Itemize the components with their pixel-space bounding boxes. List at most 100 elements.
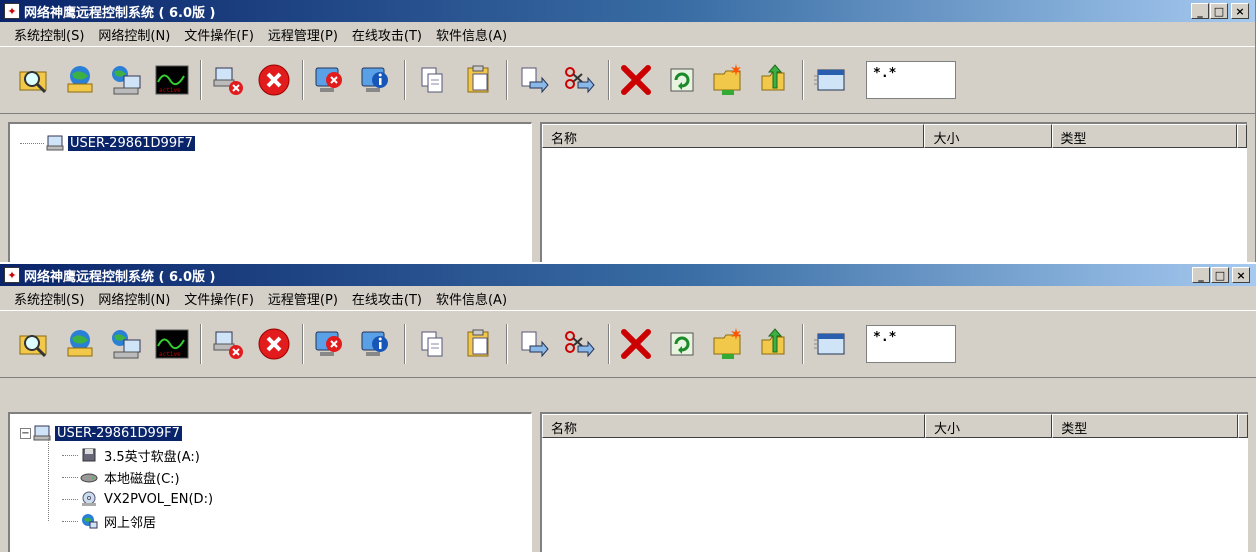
menu-attack[interactable]: 在线攻击(T) — [346, 25, 430, 44]
up-folder-icon[interactable] — [754, 60, 794, 100]
toolbar-separator — [506, 324, 508, 364]
tree-root[interactable]: − USER-29861D99F7 — [20, 422, 521, 444]
disconnect-host-icon[interactable] — [208, 324, 248, 364]
tree-item-floppy[interactable]: 3.5英寸软盘(A:) — [20, 434, 521, 466]
toolbar-separator — [302, 60, 304, 100]
delete-icon[interactable] — [616, 60, 656, 100]
tree-item-label[interactable]: 本地磁盘(C:) — [102, 468, 182, 487]
title-bar: ✦ 网络神鹰远程控制系统 ( 6.0版 ) _ □ × — [0, 264, 1256, 286]
pane-splitter[interactable] — [532, 412, 540, 552]
host-tree[interactable]: USER-29861D99F7 — [8, 122, 532, 262]
tree-item-label[interactable]: 3.5英寸软盘(A:) — [102, 446, 202, 465]
copy-icon[interactable] — [412, 324, 452, 364]
file-list[interactable]: 名称 大小 类型 — [540, 122, 1247, 262]
column-name[interactable]: 名称 — [542, 414, 926, 438]
search-host-icon[interactable] — [14, 60, 54, 100]
window-icon[interactable] — [810, 324, 850, 364]
host-tree[interactable]: − USER-29861D99F7 3.5英寸软盘(A:) 本地磁盘(C:) V… — [8, 412, 532, 552]
menu-about[interactable]: 软件信息(A) — [430, 289, 515, 308]
window-icon[interactable] — [810, 60, 850, 100]
new-folder-icon[interactable] — [708, 324, 748, 364]
tree-item-cd-d[interactable]: VX2PVOL_EN(D:) — [20, 478, 521, 510]
tree-root-label[interactable]: USER-29861D99F7 — [68, 135, 195, 151]
file-filter-input[interactable]: *.* — [866, 61, 956, 99]
monitor-graph-icon[interactable]: active — [152, 324, 192, 364]
close-button[interactable]: × — [1232, 267, 1250, 283]
app-window-collapsed: ✦ 网络神鹰远程控制系统 ( 6.0版 ) _ □ × 系统控制(S) 网络控制… — [0, 0, 1256, 262]
copy-icon[interactable] — [412, 60, 452, 100]
column-name[interactable]: 名称 — [542, 124, 925, 148]
app-eagle-icon: ✦ — [4, 3, 20, 19]
tree-line — [62, 476, 78, 478]
tree-item-label[interactable]: 网上邻居 — [102, 512, 158, 531]
column-size[interactable]: 大小 — [924, 124, 1052, 148]
menu-attack[interactable]: 在线攻击(T) — [346, 289, 430, 308]
menu-file[interactable]: 文件操作(F) — [178, 289, 262, 308]
file-filter-input[interactable]: *.* — [866, 325, 956, 363]
tree-line — [62, 498, 78, 500]
search-host-icon[interactable] — [14, 324, 54, 364]
minimize-button[interactable]: _ — [1192, 267, 1210, 283]
menu-network[interactable]: 网络控制(N) — [92, 289, 178, 308]
toolbar-separator — [302, 324, 304, 364]
menu-remote[interactable]: 远程管理(P) — [262, 25, 346, 44]
paste-icon[interactable] — [458, 60, 498, 100]
tree-item-disk-c[interactable]: 本地磁盘(C:) — [20, 456, 521, 488]
menu-bar: 系统控制(S) 网络控制(N) 文件操作(F) 远程管理(P) 在线攻击(T) … — [0, 22, 1255, 46]
network-host-icon[interactable] — [60, 60, 100, 100]
column-filler — [1238, 414, 1248, 438]
toolbar-separator — [200, 60, 202, 100]
remote-stop-icon[interactable] — [310, 60, 350, 100]
delete-icon[interactable] — [616, 324, 656, 364]
cut-send-icon[interactable] — [560, 324, 600, 364]
refresh-icon[interactable] — [662, 60, 702, 100]
tree-line — [62, 454, 78, 456]
list-header: 名称 大小 类型 — [542, 124, 1247, 148]
menu-system[interactable]: 系统控制(S) — [8, 289, 92, 308]
minimize-button[interactable]: _ — [1191, 3, 1209, 19]
cut-send-icon[interactable] — [560, 60, 600, 100]
monitor-graph-icon[interactable]: active — [152, 60, 192, 100]
file-list[interactable]: 名称 大小 类型 — [540, 412, 1248, 552]
network-places-icon — [82, 514, 98, 529]
column-type[interactable]: 类型 — [1051, 124, 1238, 148]
toolbar-separator — [506, 60, 508, 100]
network-host-icon[interactable] — [60, 324, 100, 364]
toolbar-separator — [802, 60, 804, 100]
remote-stop-icon[interactable] — [310, 324, 350, 364]
send-file-icon[interactable] — [514, 324, 554, 364]
pane-splitter[interactable] — [532, 122, 540, 262]
hard-disk-icon — [80, 473, 98, 483]
menu-network[interactable]: 网络控制(N) — [92, 25, 178, 44]
tree-item-label[interactable]: VX2PVOL_EN(D:) — [102, 492, 215, 507]
svg-text:active: active — [159, 351, 181, 358]
tree-item-network[interactable]: 网上邻居 — [20, 500, 521, 532]
tree-line — [62, 520, 78, 522]
paste-icon[interactable] — [458, 324, 498, 364]
column-type[interactable]: 类型 — [1052, 414, 1238, 438]
tree-root-label[interactable]: USER-29861D99F7 — [55, 425, 182, 441]
send-file-icon[interactable] — [514, 60, 554, 100]
svg-text:active: active — [159, 87, 181, 94]
stop-icon[interactable] — [254, 60, 294, 100]
tree-root[interactable]: USER-29861D99F7 — [20, 132, 521, 154]
maximize-button[interactable]: □ — [1210, 3, 1228, 19]
close-button[interactable]: × — [1231, 3, 1249, 19]
menu-system[interactable]: 系统控制(S) — [8, 25, 92, 44]
menu-about[interactable]: 软件信息(A) — [430, 25, 515, 44]
menu-remote[interactable]: 远程管理(P) — [262, 289, 346, 308]
column-size[interactable]: 大小 — [925, 414, 1053, 438]
tree-collapse-toggle[interactable]: − — [20, 427, 31, 439]
network-neighborhood-icon[interactable] — [106, 324, 146, 364]
maximize-button[interactable]: □ — [1211, 267, 1229, 283]
up-folder-icon[interactable] — [754, 324, 794, 364]
new-folder-icon[interactable] — [708, 60, 748, 100]
menu-file[interactable]: 文件操作(F) — [178, 25, 262, 44]
stop-icon[interactable] — [254, 324, 294, 364]
info-icon[interactable] — [356, 324, 396, 364]
computer-icon — [46, 135, 64, 151]
info-icon[interactable] — [356, 60, 396, 100]
disconnect-host-icon[interactable] — [208, 60, 248, 100]
network-neighborhood-icon[interactable] — [106, 60, 146, 100]
refresh-icon[interactable] — [662, 324, 702, 364]
